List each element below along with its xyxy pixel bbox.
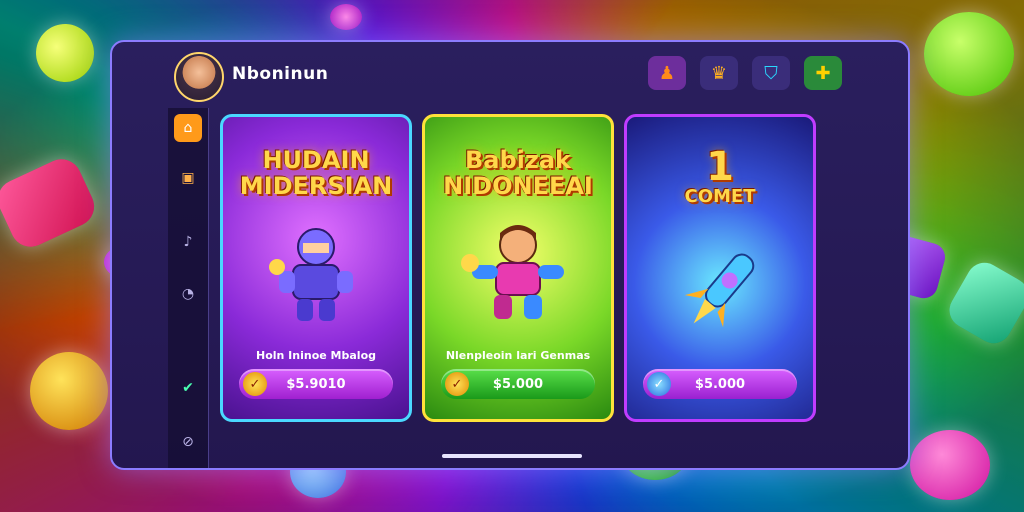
price-label: $5.000 — [694, 376, 746, 392]
crown-icon[interactable]: ♛ — [700, 56, 738, 90]
card-title: HUDAIN MIDERSIAN — [239, 146, 393, 200]
home-icon[interactable]: ⌂ — [174, 114, 202, 142]
game-card[interactable]: HUDAIN MIDERSIAN Holn Ininoe Mbalog ✓ $5… — [220, 114, 412, 422]
coin-decoration — [924, 12, 1014, 96]
price-button[interactable]: ✓ $5.000 — [643, 369, 797, 399]
check-icon[interactable]: ✔ — [174, 374, 202, 402]
price-label: $5.000 — [492, 376, 544, 392]
sidebar: ⌂ ▣ ♪ ◔ ✔ ⊘ — [168, 108, 209, 468]
history-icon[interactable]: ◔ — [174, 280, 202, 308]
app-window: Nboninun ♟ ♛ ⛉ ✚ ⌂ ▣ ♪ ◔ ✔ ⊘ HUDAIN MIDE… — [110, 40, 910, 470]
coin-icon: ✓ — [647, 372, 671, 396]
settings-icon[interactable]: ⊘ — [174, 428, 202, 456]
price-button[interactable]: ✓ $5.000 — [441, 369, 595, 399]
hero-icon — [461, 225, 564, 319]
player-avatar-icon[interactable] — [174, 52, 224, 102]
knight-icon — [269, 228, 353, 321]
home-indicator[interactable] — [442, 454, 582, 458]
game-icon[interactable]: ▣ — [174, 164, 202, 192]
brand-name: Nboninun — [232, 64, 329, 84]
game-card[interactable]: Babizak NIDONEEAI Nlenpleoin lari Genmas… — [422, 114, 614, 422]
puzzle-icon[interactable]: ✚ — [804, 56, 842, 90]
card-subtitle: Nlenpleoin lari Genmas — [445, 349, 591, 362]
bell-icon[interactable]: ♪ — [174, 228, 202, 256]
card-subtitle: Holn Ininoe Mbalog — [255, 349, 376, 362]
shield-icon[interactable]: ⛉ — [752, 56, 790, 90]
top-toolbar: ♟ ♛ ⛉ ✚ — [648, 56, 842, 90]
price-button[interactable]: ✓ $5.9010 — [239, 369, 393, 399]
card-title: 1 COMET — [684, 144, 756, 207]
card-title: Babizak NIDONEEAI — [443, 146, 593, 200]
coin-decoration — [910, 430, 990, 500]
price-label: $5.9010 — [286, 376, 346, 392]
coin-icon: ✓ — [243, 372, 267, 396]
coin-icon: ✓ — [445, 372, 469, 396]
coin-decoration — [330, 4, 362, 30]
user-icon[interactable]: ♟ — [648, 56, 686, 90]
game-card[interactable]: 1 COMET ✓ $5.000 — [624, 114, 816, 422]
rocket-icon — [684, 253, 755, 328]
coin-decoration — [30, 352, 108, 430]
